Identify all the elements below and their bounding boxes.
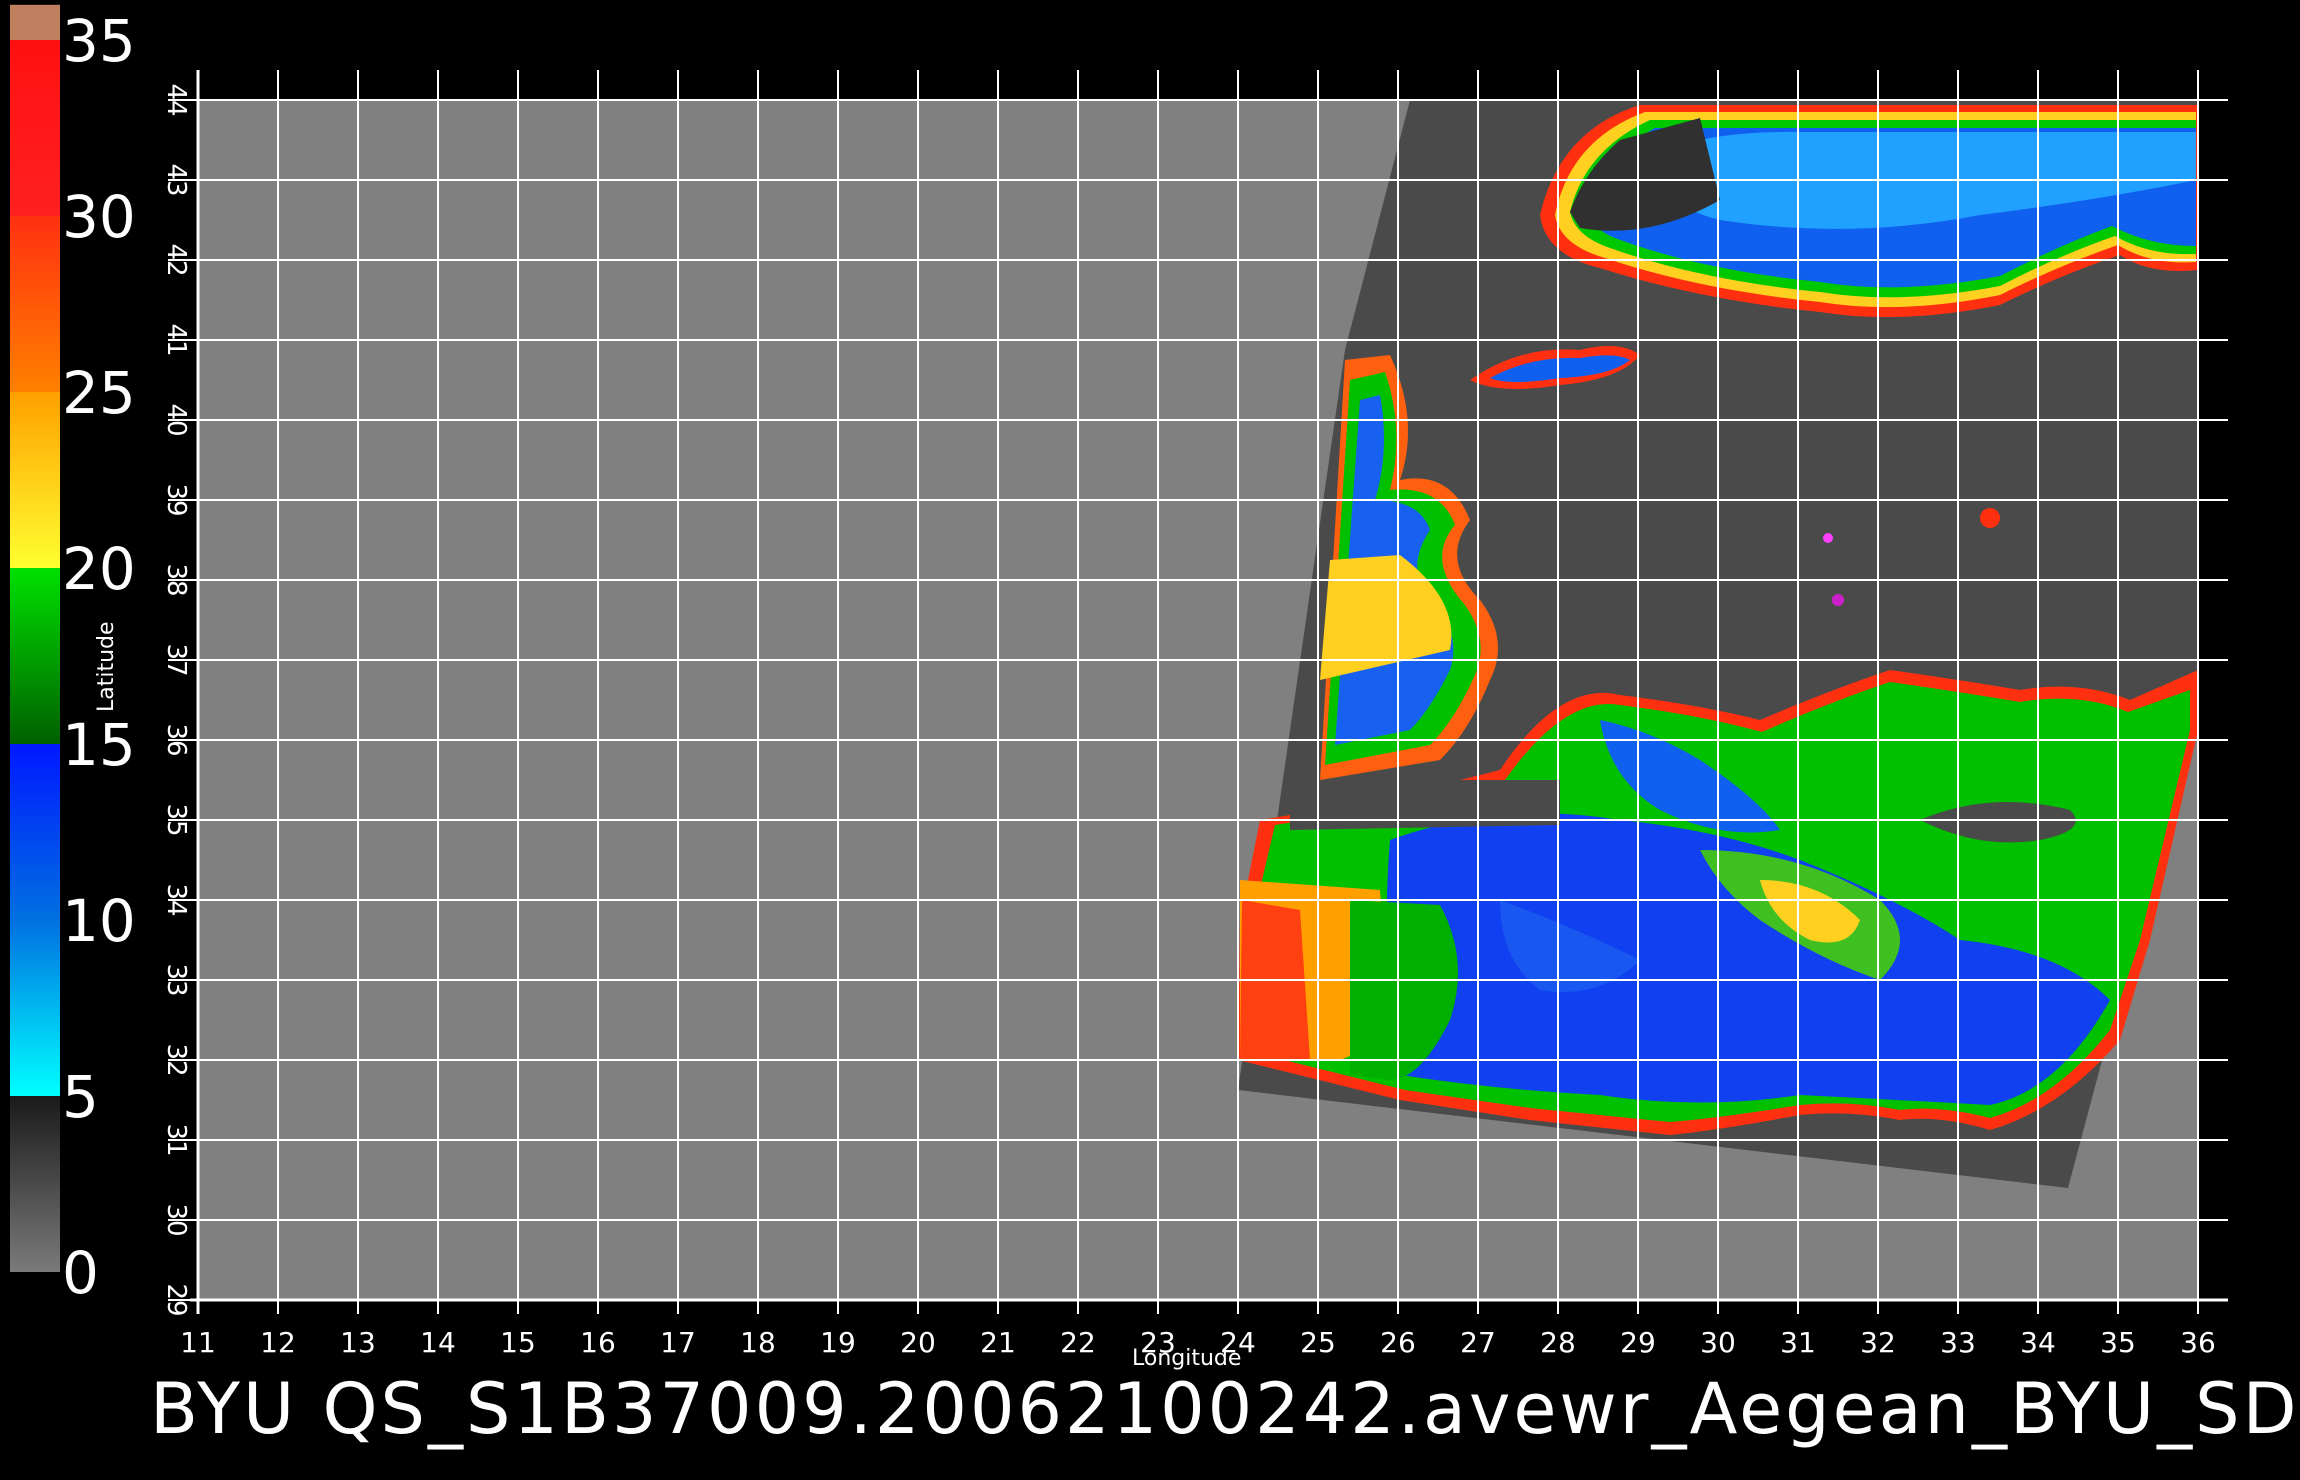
x-tick-label: 36 [2180,1326,2216,1359]
x-tick-label: 26 [1380,1326,1416,1359]
crete-strip [1290,780,1560,830]
colorbar-label: 25 [62,359,136,427]
wind-speed-map: 11 12 13 14 15 16 17 18 19 20 21 22 23 24 25 26 27 28 29 30… [10,4,2228,1359]
x-tick-label: 19 [820,1326,856,1359]
colorbar-label: 0 [62,1239,99,1307]
y-tick-label: 34 [161,883,191,916]
x-tick-label: 16 [580,1326,616,1359]
colorbar-band [10,4,60,41]
colorbar-band [10,216,60,392]
island-spot [1980,508,2000,528]
x-tick-label: 29 [1620,1326,1656,1359]
colorbar-band [10,1096,60,1272]
colorbar-label: 20 [62,535,136,603]
colorbar-label: 10 [62,887,136,955]
x-tick-label: 11 [180,1326,216,1359]
y-tick-label: 29 [161,1283,191,1316]
y-axis-title: Latitude [94,621,119,712]
x-tick-label: 28 [1540,1326,1576,1359]
island-spot [1832,594,1844,606]
y-tick-label: 38 [161,563,191,596]
x-tick-label: 32 [1860,1326,1896,1359]
colorbar-label: 15 [62,711,136,779]
colorbar-band [10,392,60,568]
y-tick-label: 42 [161,243,191,276]
colorbar-band [10,40,60,216]
colorbar-label: 30 [62,183,136,251]
x-tick-label: 20 [900,1326,936,1359]
x-tick-label: 12 [260,1326,296,1359]
colorbar-band [10,920,60,1096]
x-tick-label: 22 [1060,1326,1096,1359]
y-tick-label: 36 [161,723,191,756]
x-tick-label: 15 [500,1326,536,1359]
y-tick-label: 39 [161,483,191,516]
x-tick-label: 17 [660,1326,696,1359]
x-tick-label: 13 [340,1326,376,1359]
x-tick-label: 30 [1700,1326,1736,1359]
y-tick-label: 41 [161,323,191,356]
y-tick-label: 44 [161,83,191,116]
y-tick-label: 40 [161,403,191,436]
x-tick-label: 18 [740,1326,776,1359]
y-tick-label: 43 [161,163,191,196]
x-tick-label: 25 [1300,1326,1336,1359]
y-tick-label: 32 [161,1043,191,1076]
colorbar-band [10,744,60,920]
island-spot [1823,533,1833,543]
x-tick-label: 31 [1780,1326,1816,1359]
x-tick-label: 34 [2020,1326,2056,1359]
colorbar-band [10,568,60,744]
x-tick-label: 27 [1460,1326,1496,1359]
x-tick-label: 35 [2100,1326,2136,1359]
y-tick-label: 31 [161,1123,191,1156]
x-tick-label: 14 [420,1326,456,1359]
y-tick-label: 33 [161,963,191,996]
product-filename: BYU QS_S1B37009.20062100242.avewr_Aegean… [150,1368,2300,1450]
x-tick-label: 33 [1940,1326,1976,1359]
colorbar-label: 35 [62,7,136,75]
y-tick-label: 30 [161,1203,191,1236]
x-tick-label: 21 [980,1326,1016,1359]
y-tick-label: 37 [161,643,191,676]
colorbar-label: 5 [62,1063,99,1131]
y-tick-label: 35 [161,803,191,836]
colorbar [10,4,60,1272]
